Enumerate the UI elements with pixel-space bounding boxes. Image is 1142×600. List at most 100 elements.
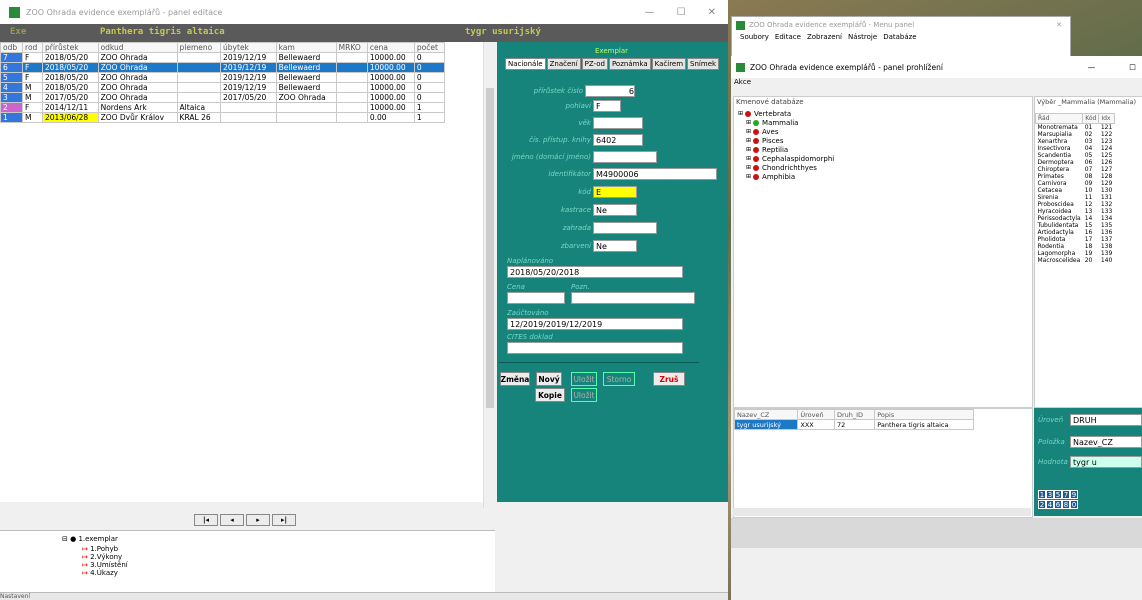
list-item[interactable]: Insectivora 04 124 bbox=[1036, 145, 1115, 152]
nav-button[interactable]: ◂ bbox=[220, 514, 244, 526]
field-input[interactable] bbox=[593, 151, 657, 163]
list-item[interactable]: Marsupialia 02 122 bbox=[1036, 131, 1115, 138]
result-header-cell[interactable]: Nazev_CZ bbox=[733, 409, 799, 420]
lower-input[interactable] bbox=[507, 342, 683, 354]
tree-item[interactable]: ↦ 3.Umístění bbox=[82, 561, 128, 569]
expand-icon[interactable]: ⊞ bbox=[746, 137, 751, 144]
expand-icon[interactable]: ⊞ bbox=[746, 173, 751, 180]
number-button[interactable]: 7 bbox=[1062, 490, 1070, 499]
browser-titlebar[interactable]: ZOO Ohrada evidence exemplářů - panel pr… bbox=[731, 56, 1142, 78]
tree-node[interactable]: ⊞ Reptilia bbox=[738, 145, 1032, 154]
number-button[interactable]: 1 bbox=[1038, 490, 1046, 499]
field-input[interactable]: E bbox=[593, 186, 637, 198]
list-item[interactable]: Artiodactyla 16 136 bbox=[1036, 229, 1115, 236]
grid-header-cell[interactable]: kam bbox=[275, 42, 337, 53]
list-item[interactable]: Rodentia 18 138 bbox=[1036, 243, 1115, 250]
list-item[interactable]: Cetacea 10 130 bbox=[1036, 187, 1115, 194]
table-row[interactable]: 3 M 2017/05/20 ZOO Ohrada 2017/05/20 ZOO Ohra… bbox=[0, 92, 446, 103]
tree-node[interactable]: ⊞ Vertebrata bbox=[738, 109, 1032, 118]
nav-button[interactable]: ▸| bbox=[272, 514, 296, 526]
grid-header-cell[interactable]: odkud bbox=[97, 42, 178, 53]
tab[interactable]: PZ-od bbox=[581, 58, 608, 70]
lower-input[interactable] bbox=[507, 292, 565, 304]
list-item[interactable]: Proboscidea 12 132 bbox=[1036, 201, 1115, 208]
tree-node[interactable]: ⊞ Pisces bbox=[738, 136, 1032, 145]
nav-button[interactable]: |◂ bbox=[194, 514, 218, 526]
tree-root[interactable]: ⊟ ● 1.exemplar bbox=[62, 535, 118, 543]
lower-input[interactable]: 12/2019/2019/12/2019 bbox=[507, 318, 683, 330]
field-input[interactable]: F bbox=[593, 100, 621, 112]
list-item[interactable]: Lagomorpha 19 139 bbox=[1036, 250, 1115, 257]
cancel-button[interactable]: Storno bbox=[603, 372, 635, 386]
change-button[interactable]: Změna bbox=[500, 372, 530, 386]
maximize-icon[interactable]: ☐ bbox=[1129, 63, 1136, 72]
menu-akce[interactable]: Akce bbox=[731, 78, 1142, 92]
field-input[interactable]: Ne bbox=[593, 240, 637, 252]
tree-node[interactable]: ⊞ Mammalia bbox=[738, 118, 1032, 127]
lower-input[interactable]: 2018/05/20/2018 bbox=[507, 266, 683, 278]
menu-item[interactable]: Nástroje bbox=[848, 33, 877, 41]
expand-icon[interactable]: ⊞ bbox=[746, 155, 751, 162]
lower-input[interactable] bbox=[571, 292, 695, 304]
number-button[interactable]: 0 bbox=[1070, 500, 1078, 509]
list-item[interactable]: Dermoptera 06 126 bbox=[1036, 159, 1115, 166]
expand-icon[interactable]: ⊞ bbox=[746, 164, 751, 171]
list-item[interactable]: Perissodactyla 14 134 bbox=[1036, 215, 1115, 222]
table-row[interactable]: tygr usurijský XXX 72 Panthera tigris altai… bbox=[733, 419, 974, 430]
list-item[interactable]: Tubulidentata 15 135 bbox=[1036, 222, 1115, 229]
list-item[interactable]: Chiroptera 07 127 bbox=[1036, 166, 1115, 173]
list-item[interactable]: Sirenia 11 131 bbox=[1036, 194, 1115, 201]
list-item[interactable]: Macroscelidea 20 140 bbox=[1036, 257, 1115, 264]
tab[interactable]: Kačírem bbox=[651, 58, 687, 70]
tree-item[interactable]: ↦ 1.Pohyb bbox=[82, 545, 128, 553]
menu-item[interactable]: Zobrazení bbox=[807, 33, 842, 41]
print-button[interactable]: Uložit bbox=[571, 388, 597, 402]
grid-scrollbar[interactable] bbox=[483, 42, 496, 508]
field-input[interactable]: M4900006 bbox=[593, 168, 717, 180]
table-row[interactable]: 1 M 2013/06/28 ZOO Dvůr Králov KRAL 26 0.00 1 bbox=[0, 112, 446, 123]
number-button[interactable]: 3 bbox=[1046, 490, 1054, 499]
result-header-cell[interactable]: Popis bbox=[874, 409, 974, 420]
list-item[interactable]: Primates 08 128 bbox=[1036, 173, 1115, 180]
item-field[interactable]: Nazev_CZ bbox=[1070, 436, 1142, 448]
tree-node[interactable]: ⊞ Amphibia bbox=[738, 172, 1032, 181]
side-header-cell[interactable]: Idx bbox=[1098, 113, 1115, 124]
list-item[interactable]: Scandentia 05 125 bbox=[1036, 152, 1115, 159]
expand-icon[interactable]: ⊞ bbox=[746, 128, 751, 135]
maximize-icon[interactable]: ☐ bbox=[677, 7, 686, 18]
list-item[interactable]: Carnivora 09 129 bbox=[1036, 180, 1115, 187]
table-row[interactable]: 5 F 2018/05/20 ZOO Ohrada 2019/12/19 Bellewae… bbox=[0, 72, 446, 83]
value-field[interactable]: tygr u bbox=[1070, 456, 1142, 468]
minimize-icon[interactable]: — bbox=[645, 7, 655, 18]
list-item[interactable]: Hyracoidea 13 133 bbox=[1036, 208, 1115, 215]
result-hscrollbar[interactable] bbox=[733, 508, 1031, 516]
expand-icon[interactable]: ⊞ bbox=[746, 119, 751, 126]
table-row[interactable]: 6 F 2018/05/20 ZOO Ohrada 2019/12/19 Bellewae… bbox=[0, 62, 446, 73]
expand-icon[interactable]: ⊞ bbox=[746, 146, 751, 153]
list-item[interactable]: Pholidota 17 137 bbox=[1036, 236, 1115, 243]
side-header-cell[interactable]: Řád bbox=[1034, 113, 1084, 124]
list-item[interactable]: Monotremata 01 121 bbox=[1036, 124, 1115, 131]
exit-button[interactable]: Zruš bbox=[653, 372, 685, 386]
tab[interactable]: Značení bbox=[546, 58, 581, 70]
number-button[interactable]: 6 bbox=[1054, 500, 1062, 509]
grid-header-cell[interactable]: MRKO bbox=[335, 42, 368, 53]
tab[interactable]: Nacionále bbox=[505, 58, 546, 70]
table-row[interactable]: 4 M 2018/05/20 ZOO Ohrada 2019/12/19 Bellewae… bbox=[0, 82, 446, 93]
level-field[interactable]: DRUH bbox=[1070, 414, 1142, 426]
menu-item[interactable]: Databáze bbox=[883, 33, 916, 41]
grid-header-cell[interactable]: plemeno bbox=[176, 42, 222, 53]
copy-button[interactable]: Kopie bbox=[535, 388, 565, 402]
number-button[interactable]: 8 bbox=[1062, 500, 1070, 509]
tree-node[interactable]: ⊞ Chondrichthyes bbox=[738, 163, 1032, 172]
number-button[interactable]: 9 bbox=[1070, 490, 1078, 499]
grid-header-cell[interactable]: počet bbox=[413, 42, 446, 53]
close-icon[interactable]: ✕ bbox=[708, 7, 716, 18]
grid-header-cell[interactable]: přírůstek bbox=[41, 42, 99, 53]
result-header-cell[interactable]: Úroveň bbox=[797, 409, 835, 420]
nav-button[interactable]: ▸ bbox=[246, 514, 270, 526]
result-header-cell[interactable]: Druh_ID bbox=[833, 409, 876, 420]
grid-header-cell[interactable]: cena bbox=[366, 42, 415, 53]
table-row[interactable]: 2 F 2014/12/11 Nordens Ark Altaica 10000.00 1 bbox=[0, 102, 446, 113]
tree-node[interactable]: ⊞ Aves bbox=[738, 127, 1032, 136]
